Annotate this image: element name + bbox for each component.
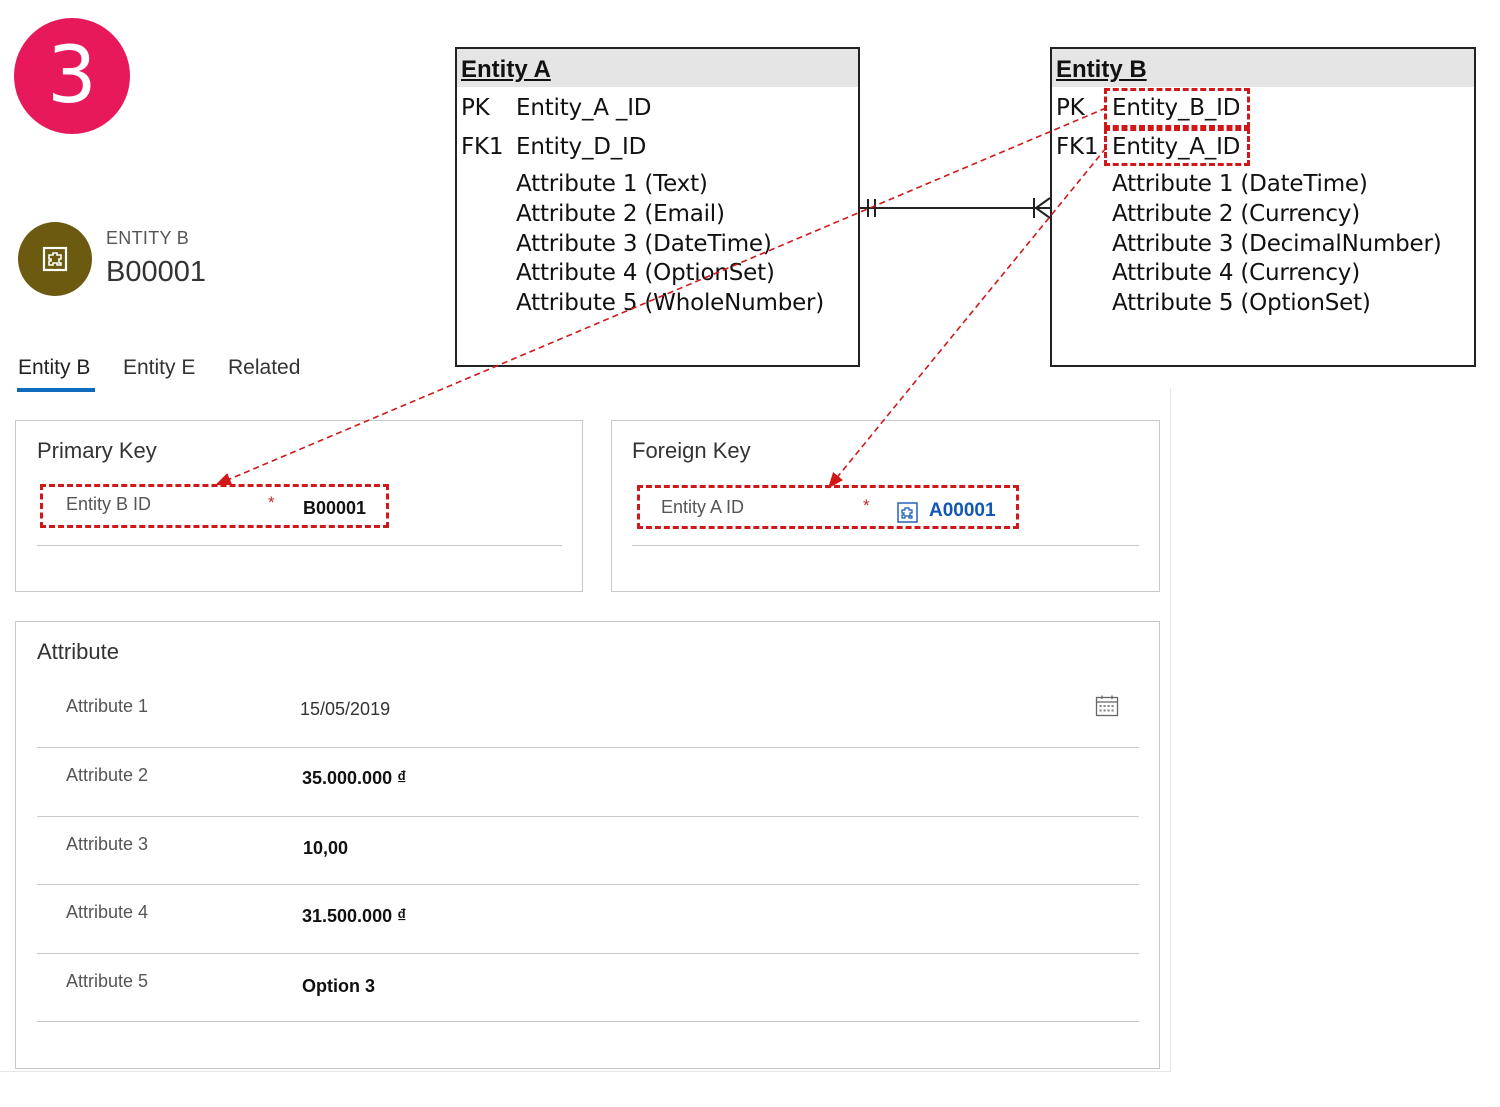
entity-a-attribute: Attribute 3 (DateTime) [516, 231, 772, 257]
record-type-label: ENTITY B [106, 228, 190, 248]
form-right-edge [1170, 388, 1171, 1072]
entity-a-fk-key: FK1 [461, 134, 504, 160]
field-divider [37, 1021, 1139, 1022]
entity-a-pk-field: Entity_A _ID [516, 95, 652, 121]
foreign-key-section-title: Foreign Key [632, 438, 751, 463]
entity-a-attribute: Attribute 2 (Email) [516, 201, 725, 227]
field-divider [37, 816, 1139, 817]
entity-a-attribute: Attribute 1 (Text) [516, 171, 708, 197]
step-number-badge: 3 [14, 18, 130, 134]
attribute-4-value[interactable]: 31.500.000 ₫ [302, 906, 406, 927]
form-bottom-edge [0, 1071, 1171, 1072]
attribute-3-value[interactable]: 10,00 [303, 838, 348, 859]
attribute-1-label: Attribute 1 [66, 696, 149, 716]
field-divider [37, 747, 1139, 748]
entity-b-attribute: Attribute 3 (DecimalNumber) [1112, 231, 1442, 257]
entity-b-fk-highlight [1104, 128, 1250, 166]
entity-b-attribute: Attribute 2 (Currency) [1112, 201, 1360, 227]
entity-b-attribute: Attribute 4 (Currency) [1112, 260, 1360, 286]
calendar-icon[interactable] [1095, 694, 1119, 723]
entity-a-fk-field: Entity_D_ID [516, 134, 647, 160]
record-avatar [18, 222, 92, 296]
entity-b-attribute: Attribute 5 (OptionSet) [1112, 290, 1371, 316]
attribute-5-value[interactable]: Option 3 [302, 976, 375, 997]
tab-entity-e[interactable]: Entity E [123, 356, 195, 380]
attribute-3-label: Attribute 3 [66, 834, 149, 854]
entity-record-icon [42, 246, 68, 272]
entity-a-pk-key: PK [461, 95, 490, 121]
tab-entity-b[interactable]: Entity B [18, 356, 90, 380]
tab-related[interactable]: Related [228, 356, 300, 380]
entity-b-pk-key: PK [1056, 95, 1085, 121]
attribute-section-title: Attribute [37, 639, 119, 664]
entity-b-title: Entity B [1056, 56, 1147, 83]
field-divider [37, 884, 1139, 885]
field-divider [632, 545, 1139, 546]
attribute-section [15, 621, 1160, 1069]
primary-key-highlight [40, 484, 389, 528]
foreign-key-highlight [637, 485, 1019, 529]
attribute-4-label: Attribute 4 [66, 902, 149, 922]
field-divider [37, 545, 562, 546]
entity-a-attribute: Attribute 5 (WholeNumber) [516, 290, 825, 316]
entity-b-pk-highlight [1104, 88, 1250, 128]
active-tab-indicator [17, 388, 95, 392]
entity-b-fk-key: FK1 [1056, 134, 1099, 160]
entity-b-attribute: Attribute 1 (DateTime) [1112, 171, 1368, 197]
entity-a-attribute: Attribute 4 (OptionSet) [516, 260, 775, 286]
attribute-2-label: Attribute 2 [66, 765, 149, 785]
one-to-many-relationship-line [860, 197, 1051, 219]
attribute-1-date-input[interactable]: 15/05/2019 [300, 699, 390, 720]
record-title: B00001 [106, 256, 206, 288]
attribute-2-value[interactable]: 35.000.000 ₫ [302, 768, 406, 789]
entity-a-title: Entity A [461, 56, 551, 83]
primary-key-section-title: Primary Key [37, 438, 157, 463]
field-divider [37, 953, 1139, 954]
attribute-5-label: Attribute 5 [66, 971, 149, 991]
